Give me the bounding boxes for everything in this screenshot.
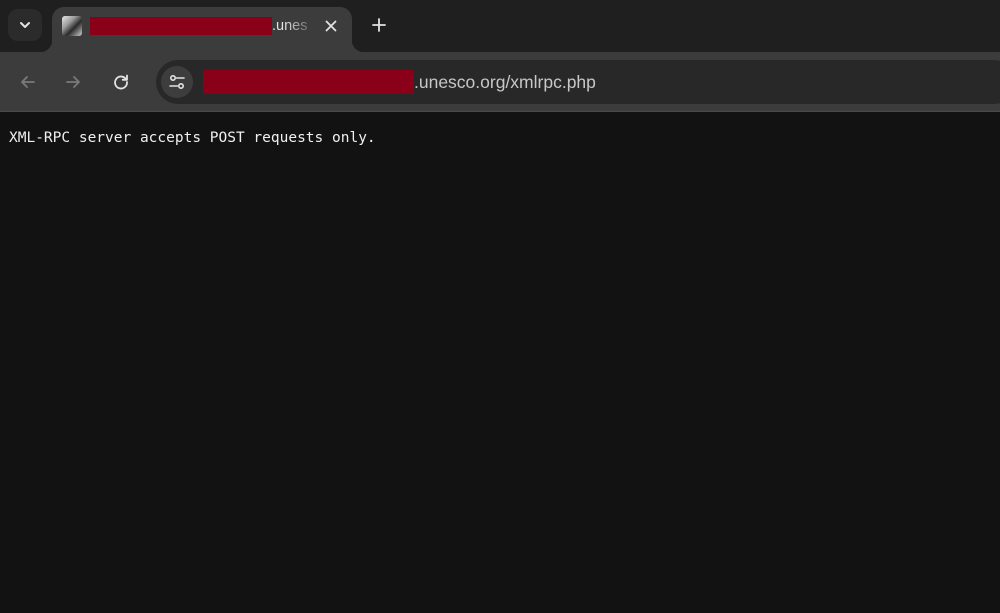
- site-favicon: [62, 16, 82, 36]
- redaction-bar: [90, 17, 272, 35]
- chevron-down-icon: [20, 22, 30, 28]
- plus-icon: [372, 18, 386, 32]
- url-suffix: .unesco.org/xmlrpc.php: [414, 71, 596, 92]
- back-button[interactable]: [12, 66, 44, 98]
- page-body-text: XML-RPC server accepts POST requests onl…: [9, 130, 376, 146]
- site-info-button[interactable]: [161, 66, 193, 98]
- tab-close-button[interactable]: [320, 15, 342, 37]
- browser-toolbar: .unesco.org/xmlrpc.php: [0, 52, 1000, 112]
- reload-button[interactable]: [105, 66, 137, 98]
- tab-search-button[interactable]: [8, 9, 42, 41]
- new-tab-button[interactable]: [364, 10, 394, 40]
- arrow-left-icon: [21, 76, 35, 88]
- page-content: XML-RPC server accepts POST requests onl…: [0, 112, 1000, 613]
- tab-strip: .unes: [0, 0, 1000, 52]
- tab-active[interactable]: .unes: [40, 7, 364, 52]
- reload-icon: [114, 74, 128, 90]
- address-bar[interactable]: .unesco.org/xmlrpc.php: [156, 60, 1000, 104]
- tab-title: .unes: [90, 16, 318, 36]
- forward-button[interactable]: [57, 66, 89, 98]
- url-text[interactable]: .unesco.org/xmlrpc.php: [203, 70, 596, 94]
- redaction-bar: [203, 70, 414, 94]
- close-icon: [325, 20, 337, 32]
- arrow-right-icon: [66, 76, 80, 88]
- tune-icon: [169, 74, 185, 90]
- browser-window: .unes .unesco.org/xmlrpc.php XML-RPC ser…: [0, 0, 1000, 613]
- tab-title-suffix: .unes: [272, 18, 308, 34]
